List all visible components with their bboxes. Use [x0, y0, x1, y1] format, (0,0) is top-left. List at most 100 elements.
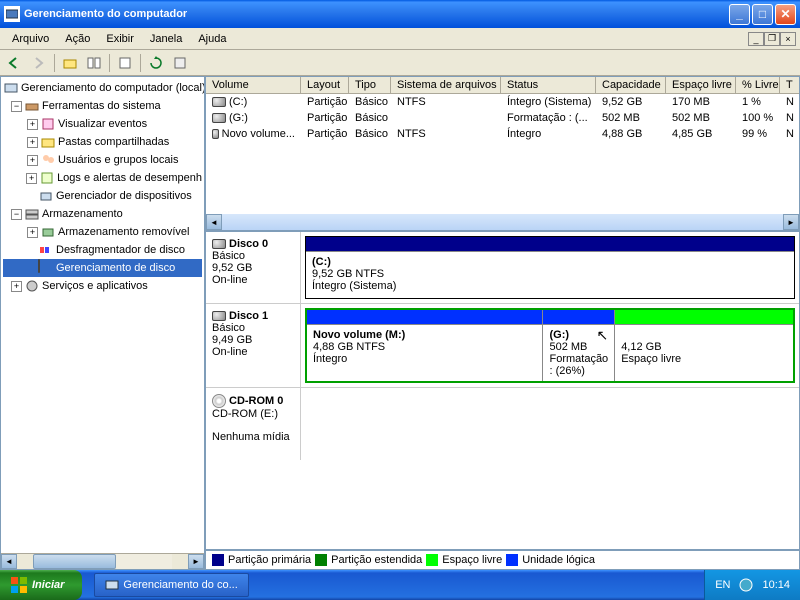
partition-m[interactable]: Novo volume (M:) 4,88 GB NTFS Íntegro	[307, 310, 543, 381]
windows-logo-icon	[10, 576, 28, 594]
menu-arquivo[interactable]: Arquivo	[4, 31, 57, 47]
volume-icon	[212, 97, 226, 107]
clock[interactable]: 10:14	[762, 579, 790, 591]
up-button[interactable]	[59, 52, 81, 74]
menu-janela[interactable]: Janela	[142, 31, 190, 47]
disk-label: Disco 1 Básico 9,49 GB On-line	[206, 304, 301, 387]
forward-button[interactable]	[28, 52, 50, 74]
volume-h-scrollbar[interactable]: ◄ ►	[206, 214, 799, 230]
legend-label: Partição estendida	[331, 554, 422, 566]
tree-servicos[interactable]: +Serviços e aplicativos	[3, 277, 202, 295]
menu-ajuda[interactable]: Ajuda	[190, 31, 234, 47]
mdi-close[interactable]: ×	[780, 32, 796, 46]
legend-swatch-free	[426, 554, 438, 566]
legend-swatch-extended	[315, 554, 327, 566]
tree-pastas[interactable]: +Pastas compartilhadas	[3, 133, 202, 151]
col-layout[interactable]: Layout	[301, 77, 349, 93]
tree-usuarios[interactable]: +Usuários e grupos locais	[3, 151, 202, 169]
expand-icon[interactable]: +	[26, 173, 37, 184]
maximize-button[interactable]: □	[752, 4, 773, 25]
disk-panel: Disco 0 Básico 9,52 GB On-line (C:) 9,52…	[205, 231, 800, 550]
task-icon	[105, 578, 119, 592]
legend-swatch-logical	[506, 554, 518, 566]
back-button[interactable]	[4, 52, 26, 74]
lang-indicator[interactable]: EN	[715, 579, 730, 591]
cursor-icon: ↖	[596, 327, 608, 344]
volume-icon	[212, 113, 226, 123]
volume-list-header: Volume Layout Tipo Sistema de arquivos S…	[206, 77, 799, 94]
close-button[interactable]: ✕	[775, 4, 796, 25]
col-livre[interactable]: % Livre	[736, 77, 780, 93]
col-tipo[interactable]: Tipo	[349, 77, 391, 93]
tree[interactable]: Gerenciamento do computador (local) −Fer…	[1, 77, 204, 553]
app-icon	[4, 6, 20, 22]
legend-label: Partição primária	[228, 554, 311, 566]
legend-swatch-primary	[212, 554, 224, 566]
partition-free[interactable]: 4,12 GB Espaço livre	[615, 310, 793, 381]
refresh-button[interactable]	[145, 52, 167, 74]
tree-ferramentas[interactable]: −Ferramentas do sistema	[3, 97, 202, 115]
expand-icon[interactable]: +	[27, 227, 38, 238]
disk-icon	[212, 239, 226, 249]
view-button[interactable]	[83, 52, 105, 74]
tree-removivel[interactable]: +Armazenamento removível	[3, 223, 202, 241]
disk-row-1[interactable]: Disco 1 Básico 9,49 GB On-line Novo volu…	[206, 304, 799, 388]
scroll-right-icon[interactable]: ►	[783, 214, 799, 230]
expand-icon[interactable]: +	[27, 119, 38, 130]
volume-row[interactable]: (G:) Partição Básico Formatação : (... 5…	[206, 110, 799, 126]
disk-label: CD-ROM 0 CD-ROM (E:) Nenhuma mídia	[206, 388, 301, 460]
scroll-thumb[interactable]	[33, 554, 116, 569]
minimize-button[interactable]: _	[729, 4, 750, 25]
menu-acao[interactable]: Ação	[57, 31, 98, 47]
menubar: Arquivo Ação Exibir Janela Ajuda _ ❐ ×	[0, 28, 800, 50]
tree-ger-disco[interactable]: Gerenciamento de disco	[3, 259, 202, 277]
col-status[interactable]: Status	[501, 77, 596, 93]
volume-row[interactable]: Novo volume... Partição Básico NTFS Ínte…	[206, 126, 799, 142]
tree-desfrag[interactable]: Desfragmentador de disco	[3, 241, 202, 259]
expand-icon[interactable]: +	[27, 137, 38, 148]
scroll-right-icon[interactable]: ►	[188, 554, 204, 569]
col-capacidade[interactable]: Capacidade	[596, 77, 666, 93]
tree-gerenciador-disp[interactable]: Gerenciador de dispositivos	[3, 187, 202, 205]
expand-icon[interactable]: +	[11, 281, 22, 292]
mdi-restore[interactable]: ❐	[764, 32, 780, 46]
col-t[interactable]: T	[780, 77, 799, 93]
scroll-left-icon[interactable]: ◄	[206, 214, 222, 230]
collapse-icon[interactable]: −	[11, 101, 22, 112]
tray-icon[interactable]	[738, 577, 754, 593]
menu-exibir[interactable]: Exibir	[98, 31, 142, 47]
disk-row-cd[interactable]: CD-ROM 0 CD-ROM (E:) Nenhuma mídia	[206, 388, 799, 460]
collapse-icon[interactable]: −	[11, 209, 22, 220]
mdi-minimize[interactable]: _	[748, 32, 764, 46]
legend-label: Unidade lógica	[522, 554, 595, 566]
partition-c[interactable]: (C:) 9,52 GB NTFS Íntegro (Sistema)	[305, 236, 795, 299]
tree-logs[interactable]: +Logs e alertas de desempenh	[3, 169, 202, 187]
disk-icon	[212, 311, 226, 321]
legend-label: Espaço livre	[442, 554, 502, 566]
tree-armazenamento[interactable]: −Armazenamento	[3, 205, 202, 223]
settings-button[interactable]	[169, 52, 191, 74]
volume-row[interactable]: (C:) Partição Básico NTFS Íntegro (Siste…	[206, 94, 799, 110]
taskbar-item[interactable]: Gerenciamento do co...	[94, 573, 248, 597]
scroll-track[interactable]	[222, 214, 783, 230]
col-sistema[interactable]: Sistema de arquivos	[391, 77, 501, 93]
col-volume[interactable]: Volume	[206, 77, 301, 93]
h-scrollbar[interactable]: ◄ ►	[1, 553, 204, 569]
tree-visualizar[interactable]: +Visualizar eventos	[3, 115, 202, 133]
partition-g[interactable]: (G:) ↖ 502 MB Formatação : (26%)	[543, 310, 615, 381]
scroll-left-icon[interactable]: ◄	[1, 554, 17, 569]
partition-header	[307, 310, 542, 324]
disk-row-0[interactable]: Disco 0 Básico 9,52 GB On-line (C:) 9,52…	[206, 232, 799, 304]
col-espaco[interactable]: Espaço livre	[666, 77, 736, 93]
expand-icon[interactable]: +	[27, 155, 38, 166]
tree-root[interactable]: Gerenciamento do computador (local)	[3, 79, 202, 97]
properties-button[interactable]	[114, 52, 136, 74]
toolbar	[0, 50, 800, 76]
partition-header	[306, 237, 794, 251]
volume-list: Volume Layout Tipo Sistema de arquivos S…	[205, 76, 800, 231]
start-button[interactable]: Iniciar	[0, 570, 82, 600]
partition-header	[543, 310, 614, 324]
titlebar: Gerenciamento do computador _ □ ✕	[0, 0, 800, 28]
volume-list-body[interactable]: (C:) Partição Básico NTFS Íntegro (Siste…	[206, 94, 799, 214]
partition-header	[615, 310, 793, 324]
